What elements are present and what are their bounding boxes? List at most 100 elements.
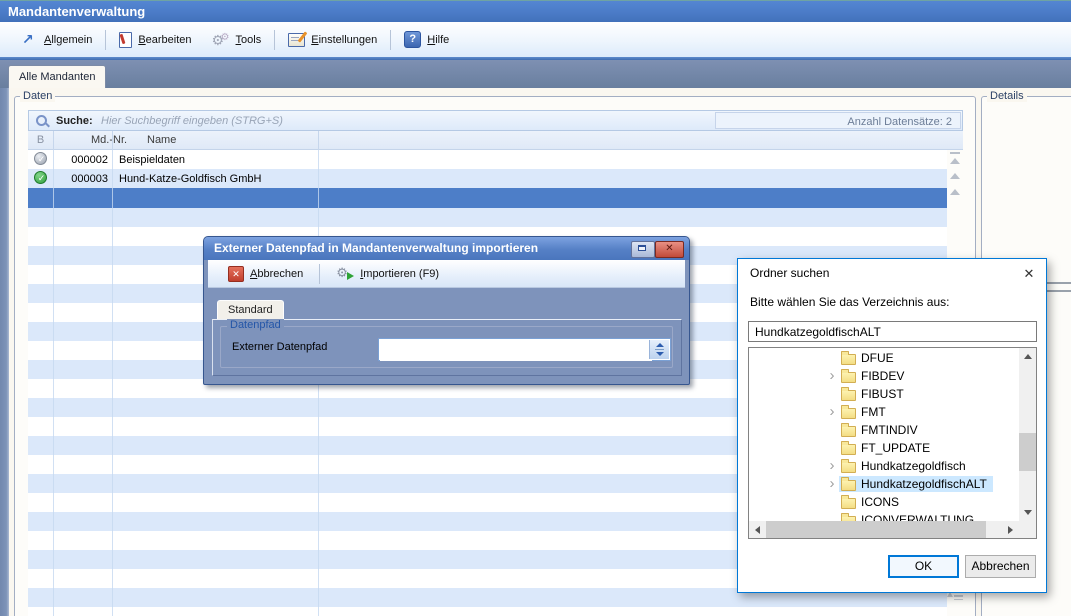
folder-name: FT_UPDATE — [861, 441, 930, 455]
folder-name: HundkatzegoldfischALT — [861, 477, 987, 491]
folder-browser-dialog: Ordner suchen ✕ Bitte wählen Sie das Ver… — [737, 258, 1047, 593]
ok-button[interactable]: OK — [888, 555, 959, 578]
horizontal-scrollbar[interactable] — [749, 521, 1019, 538]
import-dialog-title: Externer Datenpfad in Mandantenverwaltun… — [214, 241, 538, 255]
window-title: Mandantenverwaltung — [8, 4, 145, 19]
folder-name: Hundkatzegoldfisch — [861, 459, 966, 473]
folder-item[interactable]: › FIBDEV — [749, 367, 1019, 385]
folder-item[interactable]: ›ICONS — [749, 493, 1019, 511]
selected-empty-row[interactable] — [28, 188, 947, 208]
edit-document-icon — [119, 32, 132, 48]
table-row[interactable]: 000003 Hund-Katze-Goldfisch GmbH — [28, 169, 947, 188]
folder-icon — [841, 426, 856, 437]
page-up-button[interactable] — [948, 167, 962, 180]
menu-einstellungen-label: Einstellungen — [311, 34, 377, 46]
column-header-b[interactable]: B — [28, 134, 53, 146]
import-dialog: Externer Datenpfad in Mandantenverwaltun… — [203, 236, 690, 385]
close-icon[interactable]: ✕ — [655, 241, 684, 258]
importieren-label: Importieren (F9) — [360, 268, 439, 280]
toolbar-separator — [274, 30, 275, 50]
folder-name: ICONS — [861, 495, 899, 509]
vertical-scrollbar[interactable] — [1019, 348, 1036, 521]
importieren-button[interactable]: Importieren (F9) — [330, 264, 445, 283]
tab-alle-mandanten[interactable]: Alle Mandanten — [8, 65, 106, 88]
minimize-button[interactable] — [631, 241, 655, 258]
mandantenverwaltung-window: Mandantenverwaltung ↗ Allgemein Bearbeit… — [0, 0, 1071, 616]
scroll-left-icon[interactable] — [749, 521, 766, 538]
vertical-scrollbar-thumb[interactable] — [1019, 433, 1036, 471]
folder-item-selected[interactable]: › HundkatzegoldfischALT — [749, 475, 1019, 493]
table-header: B Md.-Nr. Name — [28, 131, 963, 150]
cell-md-nr: 000003 — [53, 173, 108, 185]
chevron-right-icon[interactable]: › — [825, 369, 839, 383]
horizontal-scrollbar-thumb[interactable] — [766, 521, 986, 538]
search-placeholder: Hier Suchbegriff eingeben (STRG+S) — [101, 115, 283, 127]
datenpfad-groupbox-label: Datenpfad — [227, 319, 284, 331]
externer-datenpfad-label: Externer Datenpfad — [232, 341, 327, 353]
cancel-x-icon: ✕ — [228, 266, 244, 282]
import-dialog-titlebar: Externer Datenpfad in Mandantenverwaltun… — [204, 237, 689, 260]
abbrechen-button[interactable]: Abbrechen — [965, 555, 1036, 578]
folder-item[interactable]: ›FIBUST — [749, 385, 1019, 403]
folder-name: FMT — [861, 405, 886, 419]
folder-name: DFUE — [861, 351, 894, 365]
folder-icon — [841, 498, 856, 509]
abbrechen-button[interactable]: ✕ Abbrechen — [222, 264, 309, 284]
folder-name: FIBDEV — [861, 369, 904, 383]
status-icon-active — [28, 171, 53, 184]
folder-icon — [841, 372, 856, 383]
cell-md-nr: 000002 — [53, 154, 108, 166]
close-icon[interactable]: ✕ — [1017, 263, 1041, 284]
externer-datenpfad-input[interactable] — [380, 340, 652, 361]
menu-bearbeiten[interactable]: Bearbeiten — [109, 29, 201, 51]
scroll-right-icon[interactable] — [1002, 521, 1019, 538]
search-label: Suche: — [56, 115, 93, 127]
folder-name: FIBUST — [861, 387, 904, 401]
scroll-down-icon[interactable] — [1019, 504, 1036, 521]
folder-item[interactable]: ›DFUE — [749, 349, 1019, 367]
folder-name: FMTINDIV — [861, 423, 918, 437]
menu-hilfe-label: Hilfe — [427, 34, 449, 46]
chevron-right-icon[interactable]: › — [825, 477, 839, 491]
triangle — [950, 173, 960, 179]
scroll-up-icon[interactable] — [1019, 348, 1036, 365]
menu-einstellungen[interactable]: Einstellungen — [278, 30, 387, 50]
menu-allgemein[interactable]: ↗ Allgemein — [12, 29, 102, 50]
search-bar[interactable]: Suche: Hier Suchbegriff eingeben (STRG+S… — [28, 110, 963, 131]
record-count-badge: Anzahl Datensätze: 2 — [715, 112, 961, 129]
bar — [950, 152, 960, 154]
cell-name: Hund-Katze-Goldfisch GmbH — [119, 173, 261, 185]
import-dialog-toolbar: ✕ Abbrechen Importieren (F9) — [208, 260, 685, 288]
folder-item[interactable]: › Hundkatzegoldfisch — [749, 457, 1019, 475]
search-icon — [36, 114, 50, 128]
folder-item[interactable]: ›ICONVERWALTUNG — [749, 511, 1019, 521]
column-header-mdnr[interactable]: Md.-Nr. — [91, 134, 127, 146]
spin-up-icon — [656, 343, 664, 347]
folder-name: ICONVERWALTUNG — [861, 513, 974, 521]
table-row[interactable]: 000002 Beispieldaten — [28, 150, 947, 169]
details-divider — [1047, 282, 1071, 284]
folder-path-input[interactable] — [749, 322, 1036, 341]
tab-standard[interactable]: Standard — [217, 300, 284, 319]
scroll-to-top-button[interactable] — [948, 151, 962, 164]
arrow-up-right-icon: ↗ — [22, 32, 38, 47]
menu-allgemein-label: Allgemein — [44, 34, 92, 46]
path-spinner[interactable] — [649, 340, 669, 359]
folder-item[interactable]: ›FMTINDIV — [749, 421, 1019, 439]
folder-tree: ›DFUE ›FIBDEV ›FIBUST ›FMT ›FMTINDIV ›FT… — [748, 347, 1037, 539]
menu-tools[interactable]: ⚙ Tools — [202, 29, 272, 51]
chevron-right-icon[interactable]: › — [825, 405, 839, 419]
status-icon-inactive — [28, 152, 53, 165]
externer-datenpfad-field — [378, 338, 671, 361]
row-up-button[interactable] — [948, 183, 962, 196]
folder-item[interactable]: › FMT — [749, 403, 1019, 421]
chevron-right-icon[interactable]: › — [825, 459, 839, 473]
column-header-name[interactable]: Name — [147, 134, 176, 146]
menu-hilfe[interactable]: ? Hilfe — [394, 28, 459, 51]
window-glyph — [638, 245, 646, 251]
toolbar-separator — [319, 264, 320, 284]
folder-item[interactable]: ›FT_UPDATE — [749, 439, 1019, 457]
scrollbar-corner — [1019, 521, 1036, 538]
triangle — [950, 158, 960, 164]
window-titlebar: Mandantenverwaltung — [0, 0, 1071, 22]
